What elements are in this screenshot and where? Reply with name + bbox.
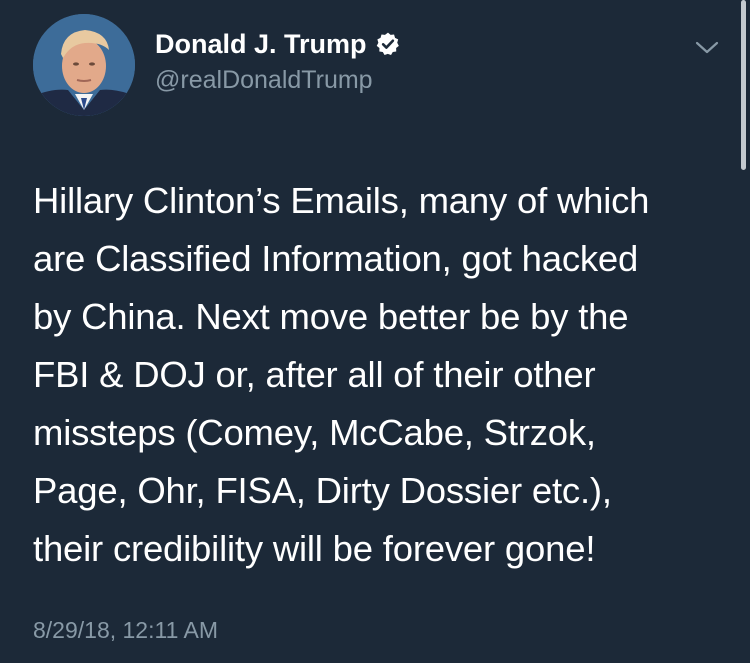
author-display-name[interactable]: Donald J. Trump — [155, 28, 367, 60]
tweet-line: by China. Next move better be by the — [33, 296, 629, 337]
scrollbar[interactable] — [741, 0, 746, 170]
tweet-line: Hillary Clinton’s Emails, many of which — [33, 180, 650, 221]
tweet-text: Hillary Clinton’s Emails, many of which … — [33, 172, 723, 578]
tweet-line: Page, Ohr, FISA, Dirty Dossier etc.), — [33, 470, 612, 511]
avatar[interactable] — [33, 14, 135, 116]
chevron-down-icon[interactable] — [693, 36, 721, 58]
tweet-line: are Classified Information, got hacked — [33, 238, 639, 279]
author-name-row: Donald J. Trump — [155, 28, 401, 60]
tweet-line: missteps (Comey, McCabe, Strzok, — [33, 412, 596, 453]
tweet-card: Donald J. Trump @realDonaldTrump Hillary… — [0, 0, 750, 663]
author-handle[interactable]: @realDonaldTrump — [155, 62, 401, 98]
verified-badge-icon — [375, 31, 401, 57]
tweet-timestamp[interactable]: 8/29/18, 12:11 AM — [33, 615, 218, 645]
author-header: Donald J. Trump @realDonaldTrump — [155, 28, 401, 98]
tweet-line: their credibility will be forever gone! — [33, 528, 596, 569]
tweet-line: FBI & DOJ or, after all of their other — [33, 354, 596, 395]
